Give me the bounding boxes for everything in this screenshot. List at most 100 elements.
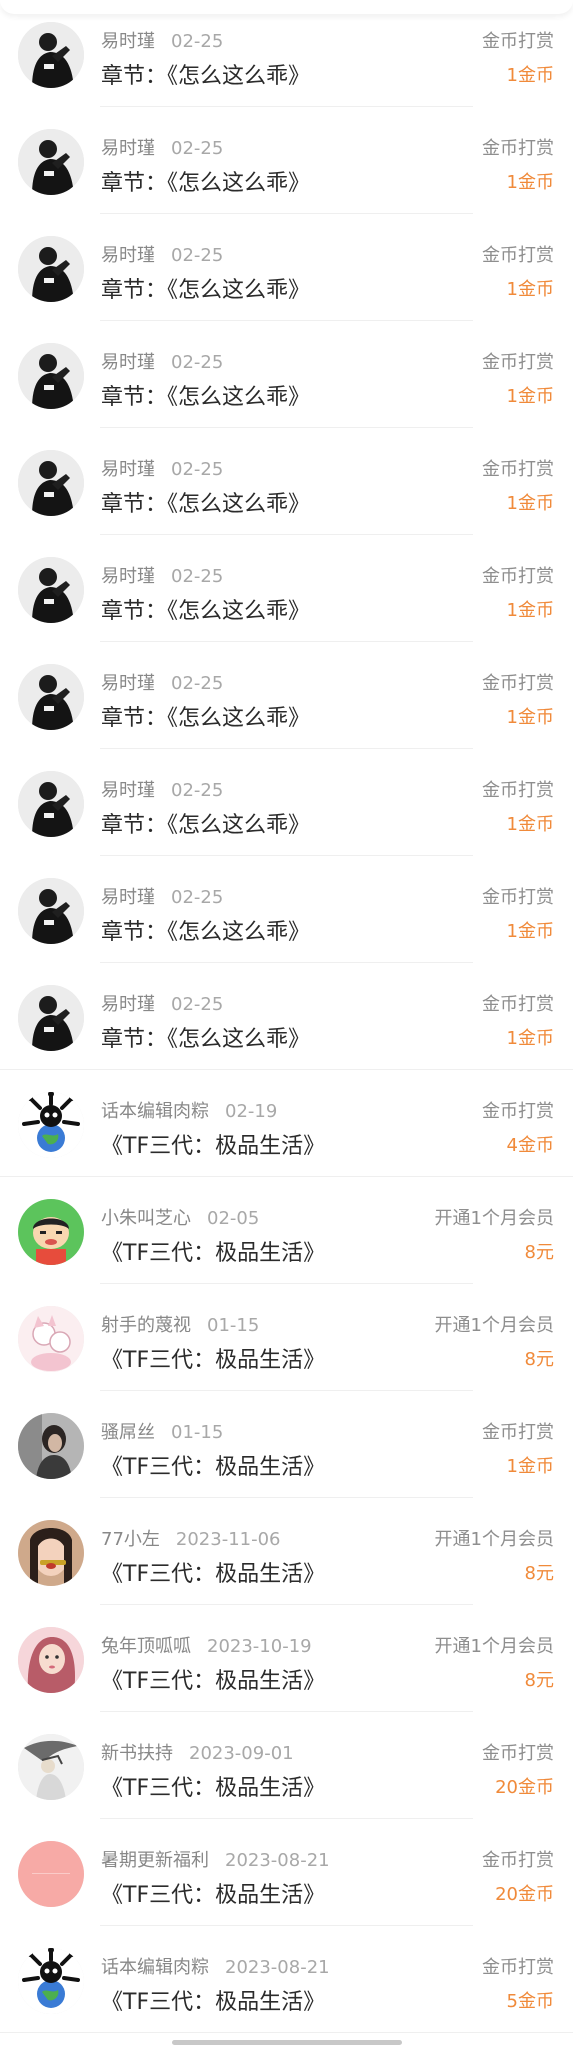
- globe-mascot-avatar[interactable]: [18, 1092, 84, 1158]
- record-date: 02-25: [171, 887, 224, 908]
- list-item[interactable]: 易时瑾 02-25 章节：《怎么这么乖》 金币打赏 1金币: [0, 749, 573, 856]
- reward-type: 金币打赏: [482, 352, 554, 373]
- list-item[interactable]: 兔年顶呱呱 2023-10-19 《TF三代：极品生活》 开通1个月会员 8元: [0, 1605, 573, 1712]
- record-meta: 骚屌丝 01-15: [101, 1418, 223, 1444]
- record-title: 章节：《怎么这么乖》: [101, 813, 311, 838]
- list-item[interactable]: 易时瑾 02-25 章节：《怎么这么乖》 金币打赏 1金币: [0, 0, 573, 107]
- selfie-avatar[interactable]: [18, 1520, 84, 1586]
- user-name[interactable]: 易时瑾: [101, 245, 155, 266]
- record-title: 章节：《怎么这么乖》: [101, 385, 311, 410]
- list-item[interactable]: 易时瑾 02-25 章节：《怎么这么乖》 金币打赏 1金币: [0, 535, 573, 642]
- pink-circle-avatar[interactable]: [18, 1841, 84, 1907]
- list-item[interactable]: 易时瑾 02-25 章节：《怎么这么乖》 金币打赏 1金币: [0, 428, 573, 535]
- user-name[interactable]: 暑期更新福利: [101, 1850, 209, 1871]
- user-name[interactable]: 易时瑾: [101, 887, 155, 908]
- user-name[interactable]: 骚屌丝: [101, 1422, 155, 1443]
- photo-person-avatar[interactable]: [18, 1413, 84, 1479]
- list-item[interactable]: 易时瑾 02-25 章节：《怎么这么乖》 金币打赏 1金币: [0, 963, 573, 1070]
- record-meta: 易时瑾 02-25: [101, 27, 223, 53]
- reward-amount: 1金币: [506, 65, 554, 86]
- list-item[interactable]: 话本编辑肉粽 02-19 《TF三代：极品生活》 金币打赏 4金币: [0, 1070, 573, 1177]
- record-meta: 易时瑾 02-25: [101, 990, 223, 1016]
- user-name[interactable]: 射手的蔑视: [101, 1315, 191, 1336]
- pink-hair-avatar[interactable]: [18, 1627, 84, 1693]
- user-name[interactable]: 易时瑾: [101, 352, 155, 373]
- list-item[interactable]: 易时瑾 02-25 章节：《怎么这么乖》 金币打赏 1金币: [0, 321, 573, 428]
- record-date: 2023-09-01: [189, 1743, 294, 1764]
- list-item[interactable]: 射手的蔑视 01-15 《TF三代：极品生活》 开通1个月会员 8元: [0, 1284, 573, 1391]
- record-title: 章节：《怎么这么乖》: [101, 64, 311, 89]
- user-name[interactable]: 易时瑾: [101, 31, 155, 52]
- record-title: 章节：《怎么这么乖》: [101, 920, 311, 945]
- user-name[interactable]: 易时瑾: [101, 459, 155, 480]
- list-item[interactable]: 易时瑾 02-25 章节：《怎么这么乖》 金币打赏 1金币: [0, 214, 573, 321]
- reward-type: 金币打赏: [482, 566, 554, 587]
- user-name[interactable]: 兔年顶呱呱: [101, 1636, 191, 1657]
- user-name[interactable]: 易时瑾: [101, 780, 155, 801]
- reward-amount: 1金币: [506, 1028, 554, 1049]
- reward-amount: 8元: [524, 1242, 554, 1263]
- list-item[interactable]: 易时瑾 02-25 章节：《怎么这么乖》 金币打赏 1金币: [0, 107, 573, 214]
- divider: [0, 2032, 573, 2033]
- list-item[interactable]: 77小左 2023-11-06 《TF三代：极品生活》 开通1个月会员 8元: [0, 1498, 573, 1605]
- reward-amount: 1金币: [506, 493, 554, 514]
- dark-figure-avatar[interactable]: [18, 343, 84, 409]
- dark-figure-avatar[interactable]: [18, 878, 84, 944]
- user-name[interactable]: 易时瑾: [101, 994, 155, 1015]
- record-title: 《TF三代：极品生活》: [101, 1669, 326, 1694]
- dark-figure-avatar[interactable]: [18, 771, 84, 837]
- reward-amount: 1金币: [506, 279, 554, 300]
- record-meta: 易时瑾 02-25: [101, 669, 223, 695]
- ink-figure-avatar[interactable]: [18, 1734, 84, 1800]
- record-meta: 77小左 2023-11-06: [101, 1525, 281, 1551]
- record-date: 2023-08-21: [225, 1957, 330, 1978]
- reward-amount: 5金币: [506, 1991, 554, 2012]
- list-item[interactable]: 新书扶持 2023-09-01 《TF三代：极品生活》 金币打赏 20金币: [0, 1712, 573, 1819]
- user-name[interactable]: 小朱叫芝心: [101, 1208, 191, 1229]
- record-meta: 易时瑾 02-25: [101, 134, 223, 160]
- record-date: 02-25: [171, 245, 224, 266]
- sketch-girl-avatar[interactable]: [18, 1306, 84, 1372]
- cartoon-boy-avatar[interactable]: [18, 1199, 84, 1265]
- list-item[interactable]: 暑期更新福利 2023-08-21 《TF三代：极品生活》 金币打赏 20金币: [0, 1819, 573, 1926]
- record-meta: 兔年顶呱呱 2023-10-19: [101, 1632, 312, 1658]
- list-item[interactable]: 骚屌丝 01-15 《TF三代：极品生活》 金币打赏 1金币: [0, 1391, 573, 1498]
- user-name[interactable]: 易时瑾: [101, 566, 155, 587]
- dark-figure-avatar[interactable]: [18, 985, 84, 1051]
- record-meta: 新书扶持 2023-09-01: [101, 1739, 294, 1765]
- dark-figure-avatar[interactable]: [18, 664, 84, 730]
- list-item[interactable]: 小朱叫芝心 02-05 《TF三代：极品生活》 开通1个月会员 8元: [0, 1177, 573, 1284]
- record-meta: 暑期更新福利 2023-08-21: [101, 1846, 330, 1872]
- reward-type: 金币打赏: [482, 780, 554, 801]
- user-name[interactable]: 话本编辑肉粽: [101, 1957, 209, 1978]
- user-name[interactable]: 新书扶持: [101, 1743, 173, 1764]
- list-item[interactable]: 话本编辑肉粽 2023-08-21 《TF三代：极品生活》 金币打赏 5金币: [0, 1926, 573, 2033]
- record-meta: 易时瑾 02-25: [101, 348, 223, 374]
- record-date: 02-25: [171, 31, 224, 52]
- dark-figure-avatar[interactable]: [18, 236, 84, 302]
- reward-type: 金币打赏: [482, 245, 554, 266]
- dark-figure-avatar[interactable]: [18, 450, 84, 516]
- reward-type: 金币打赏: [482, 887, 554, 908]
- record-meta: 射手的蔑视 01-15: [101, 1311, 259, 1337]
- dark-figure-avatar[interactable]: [18, 129, 84, 195]
- user-name[interactable]: 易时瑾: [101, 673, 155, 694]
- dark-figure-avatar[interactable]: [18, 22, 84, 88]
- record-meta: 易时瑾 02-25: [101, 241, 223, 267]
- list-item[interactable]: 易时瑾 02-25 章节：《怎么这么乖》 金币打赏 1金币: [0, 856, 573, 963]
- record-title: 《TF三代：极品生活》: [101, 1883, 326, 1908]
- reward-type: 开通1个月会员: [434, 1636, 554, 1657]
- dark-figure-avatar[interactable]: [18, 557, 84, 623]
- record-title: 章节：《怎么这么乖》: [101, 599, 311, 624]
- list-item[interactable]: 易时瑾 02-25 章节：《怎么这么乖》 金币打赏 1金币: [0, 642, 573, 749]
- globe-mascot-avatar[interactable]: [18, 1948, 84, 2014]
- user-name[interactable]: 话本编辑肉粽: [101, 1101, 209, 1122]
- user-name[interactable]: 77小左: [101, 1529, 160, 1550]
- user-name[interactable]: 易时瑾: [101, 138, 155, 159]
- record-title: 章节：《怎么这么乖》: [101, 706, 311, 731]
- reward-type: 金币打赏: [482, 673, 554, 694]
- record-title: 章节：《怎么这么乖》: [101, 1027, 311, 1052]
- record-date: 01-15: [171, 1422, 224, 1443]
- reward-type: 金币打赏: [482, 1957, 554, 1978]
- record-title: 《TF三代：极品生活》: [101, 1134, 326, 1159]
